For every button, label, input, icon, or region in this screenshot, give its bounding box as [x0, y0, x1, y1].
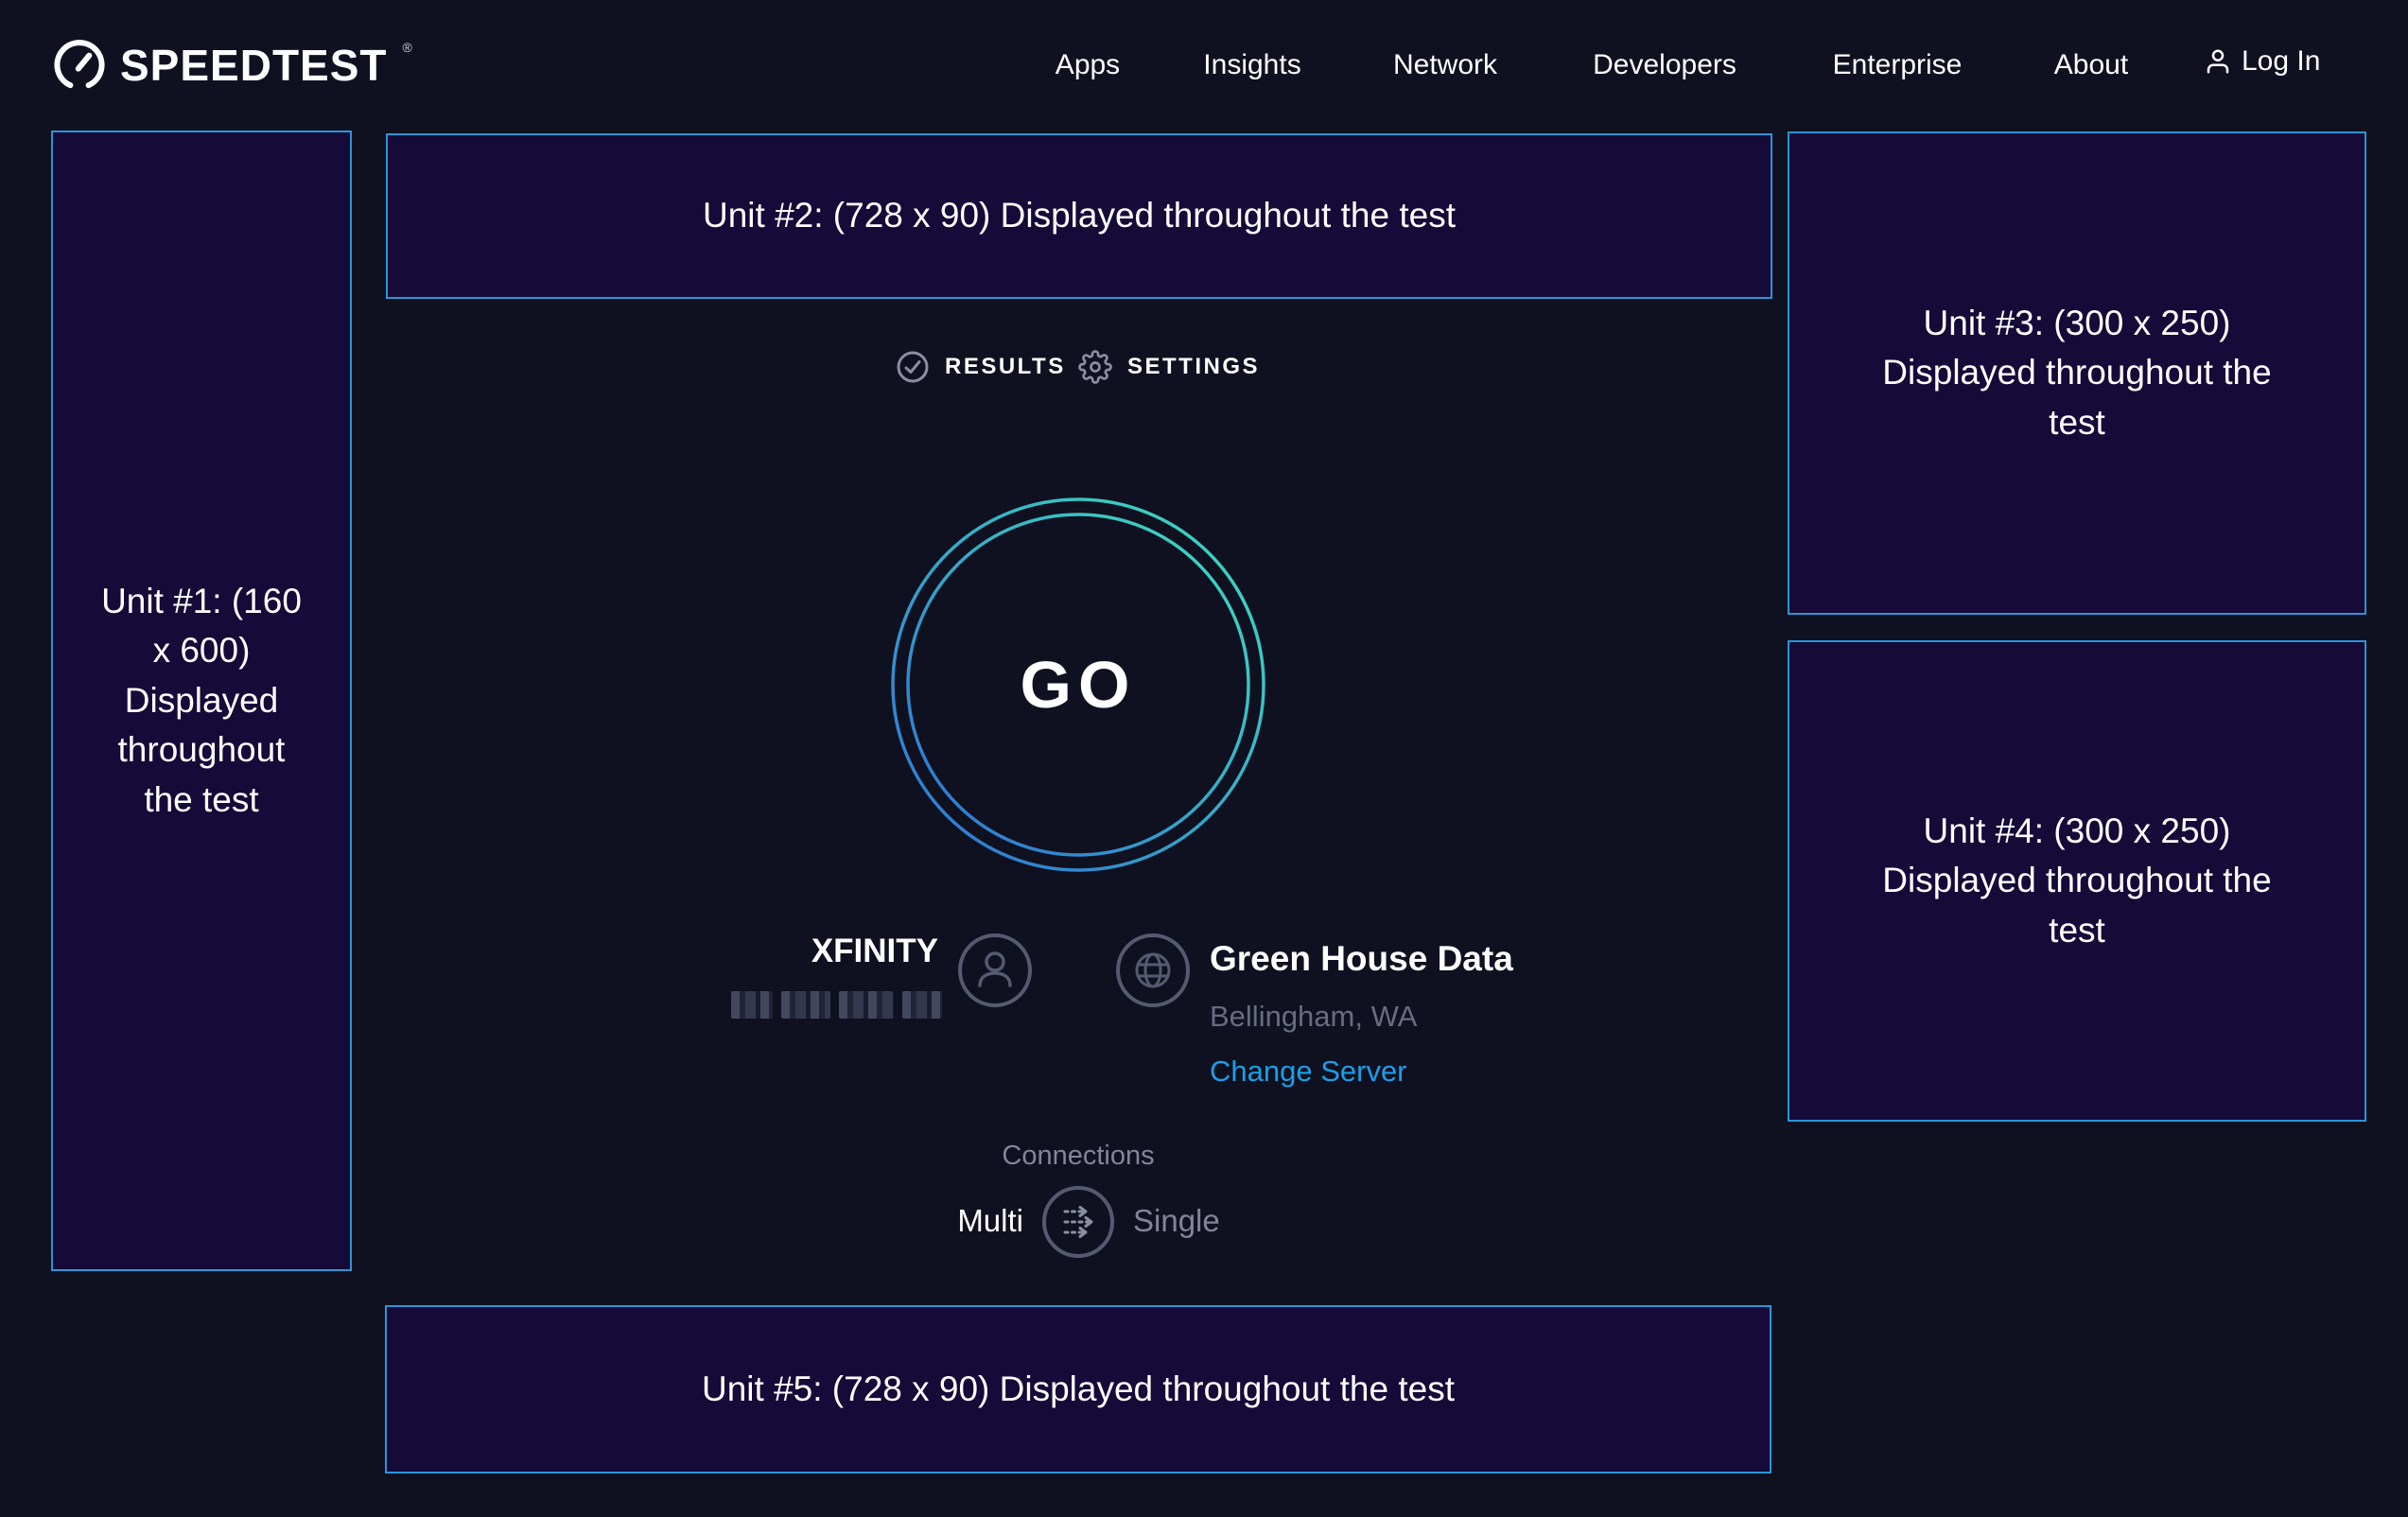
- speedtest-logo[interactable]: SPEEDTEST ®: [52, 38, 412, 93]
- server-name: Green House Data: [1210, 939, 1513, 979]
- server-location: Bellingham, WA: [1210, 1000, 1513, 1034]
- nav-item-enterprise[interactable]: Enterprise: [1833, 49, 1963, 81]
- login-label: Log In: [2242, 45, 2320, 78]
- nav-item-apps[interactable]: Apps: [1056, 49, 1120, 81]
- server-globe-icon: [1115, 933, 1191, 1008]
- connections-option-single[interactable]: Single: [1133, 1203, 1220, 1239]
- nav-item-network[interactable]: Network: [1393, 49, 1497, 81]
- check-circle-icon: [896, 350, 930, 384]
- user-icon: [2204, 47, 2232, 76]
- tab-results[interactable]: RESULTS: [896, 350, 1066, 384]
- ad-unit-2[interactable]: Unit #2: (728 x 90) Displayed throughout…: [386, 133, 1772, 299]
- login-button[interactable]: Log In: [2204, 45, 2320, 78]
- speedometer-icon: [52, 38, 107, 93]
- isp-name: XFINITY: [811, 933, 938, 970]
- tab-settings[interactable]: SETTINGS: [1078, 350, 1260, 384]
- change-server-link[interactable]: Change Server: [1210, 1055, 1407, 1089]
- connections-option-multi[interactable]: Multi: [957, 1203, 1023, 1239]
- nav-item-developers[interactable]: Developers: [1593, 49, 1736, 81]
- ad-unit-4[interactable]: Unit #4: (300 x 250) Displayed throughou…: [1788, 640, 2366, 1122]
- go-button[interactable]: GO: [889, 496, 1267, 874]
- connections-label: Connections: [936, 1141, 1220, 1172]
- tab-settings-label: SETTINGS: [1127, 354, 1260, 380]
- ad-unit-1[interactable]: Unit #1: (160 x 600) Displayed throughou…: [51, 131, 352, 1271]
- ad-unit-2-label: Unit #2: (728 x 90) Displayed throughout…: [703, 191, 1456, 241]
- brand-name: SPEEDTEST: [120, 40, 388, 91]
- ad-unit-5[interactable]: Unit #5: (728 x 90) Displayed throughout…: [385, 1305, 1771, 1473]
- server-info: Green House Data Bellingham, WA Change S…: [1210, 939, 1513, 1089]
- isp-user-icon: [957, 933, 1033, 1008]
- connections-toggle-icon[interactable]: [1040, 1184, 1116, 1260]
- ad-unit-3-label: Unit #3: (300 x 250) Displayed throughou…: [1869, 299, 2285, 448]
- go-label: GO: [889, 496, 1267, 874]
- ad-unit-5-label: Unit #5: (728 x 90) Displayed throughout…: [702, 1365, 1455, 1415]
- ad-unit-1-label: Unit #1: (160 x 600) Displayed throughou…: [93, 577, 310, 826]
- nav-item-insights[interactable]: Insights: [1203, 49, 1300, 81]
- nav-item-about[interactable]: About: [2054, 49, 2128, 81]
- ad-unit-3[interactable]: Unit #3: (300 x 250) Displayed throughou…: [1788, 131, 2366, 615]
- gear-icon: [1078, 350, 1112, 384]
- registered-mark: ®: [403, 40, 412, 55]
- isp-detail-redacted: [731, 991, 942, 1019]
- speedtest-page: SPEEDTEST ® Apps Insights Network Develo…: [0, 0, 2408, 1517]
- tab-results-label: RESULTS: [945, 354, 1066, 380]
- ad-unit-4-label: Unit #4: (300 x 250) Displayed throughou…: [1869, 807, 2285, 956]
